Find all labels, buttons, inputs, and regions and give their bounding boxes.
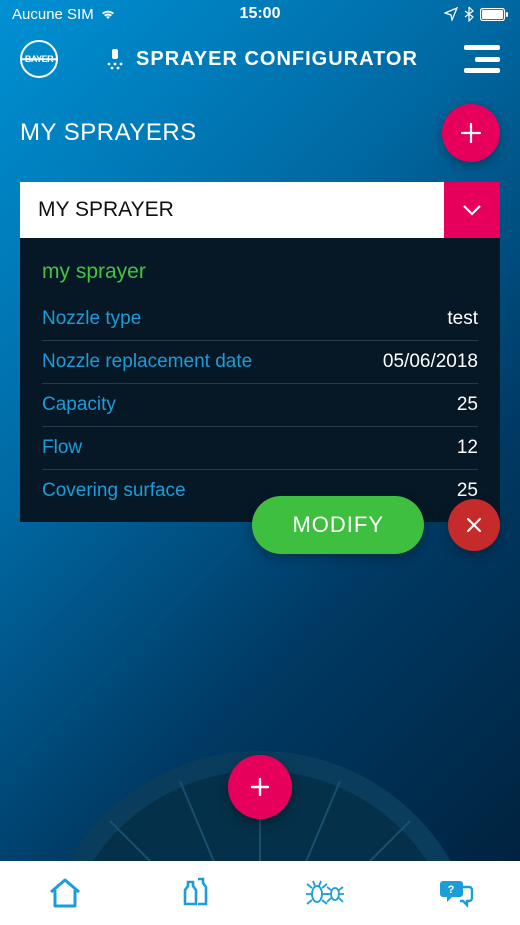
carrier-label: Aucune SIM bbox=[12, 6, 94, 23]
bottom-nav: ? bbox=[0, 861, 520, 925]
sprayer-detail-card: my sprayer Nozzle type test Nozzle repla… bbox=[20, 238, 500, 522]
row-label: Flow bbox=[42, 437, 82, 459]
bayer-logo: BAYER bbox=[20, 40, 58, 78]
detail-row: Nozzle replacement date 05/06/2018 bbox=[42, 341, 478, 384]
app-header: BAYER SPRAYER CONFIGURATOR bbox=[0, 28, 520, 86]
delete-button[interactable] bbox=[448, 499, 500, 551]
row-value: 25 bbox=[457, 394, 478, 416]
add-sprayer-button[interactable] bbox=[442, 104, 500, 162]
dropdown-selected: MY SPRAYER bbox=[20, 182, 444, 238]
row-value: test bbox=[447, 308, 478, 330]
modify-button[interactable]: MODIFY bbox=[252, 496, 424, 554]
page-title: MY SPRAYERS bbox=[20, 119, 197, 147]
nav-products[interactable] bbox=[165, 869, 225, 917]
wifi-icon bbox=[100, 8, 116, 20]
bugs-icon bbox=[304, 878, 346, 908]
bottles-icon bbox=[178, 876, 212, 910]
sprayer-name: my sprayer bbox=[42, 260, 478, 284]
detail-row: Flow 12 bbox=[42, 427, 478, 470]
home-icon bbox=[47, 876, 83, 910]
row-label: Nozzle type bbox=[42, 308, 141, 330]
plus-icon bbox=[246, 773, 274, 801]
sprayer-configurator-icon bbox=[104, 47, 126, 71]
bluetooth-icon bbox=[464, 6, 474, 22]
app-title: SPRAYER CONFIGURATOR bbox=[136, 48, 418, 71]
status-bar: Aucune SIM 15:00 bbox=[0, 0, 520, 28]
nav-pests[interactable] bbox=[295, 869, 355, 917]
help-chat-icon: ? bbox=[436, 877, 474, 909]
battery-icon bbox=[480, 8, 508, 21]
menu-button[interactable] bbox=[464, 45, 500, 73]
sprayer-dropdown[interactable]: MY SPRAYER bbox=[20, 182, 500, 238]
row-value: 12 bbox=[457, 437, 478, 459]
plus-icon bbox=[457, 119, 485, 147]
nav-help[interactable]: ? bbox=[425, 869, 485, 917]
dropdown-toggle[interactable] bbox=[444, 182, 500, 238]
detail-row: Capacity 25 bbox=[42, 384, 478, 427]
chevron-down-icon bbox=[462, 203, 482, 217]
status-time: 15:00 bbox=[240, 5, 281, 23]
close-icon bbox=[464, 515, 484, 535]
app-title-group: SPRAYER CONFIGURATOR bbox=[104, 47, 418, 71]
nav-home[interactable] bbox=[35, 869, 95, 917]
row-value: 05/06/2018 bbox=[383, 351, 478, 373]
location-icon bbox=[444, 7, 458, 21]
row-label: Nozzle replacement date bbox=[42, 351, 252, 373]
row-label: Capacity bbox=[42, 394, 116, 416]
detail-row: Nozzle type test bbox=[42, 298, 478, 341]
wheel-add-button[interactable] bbox=[228, 755, 292, 819]
svg-text:?: ? bbox=[448, 884, 455, 896]
